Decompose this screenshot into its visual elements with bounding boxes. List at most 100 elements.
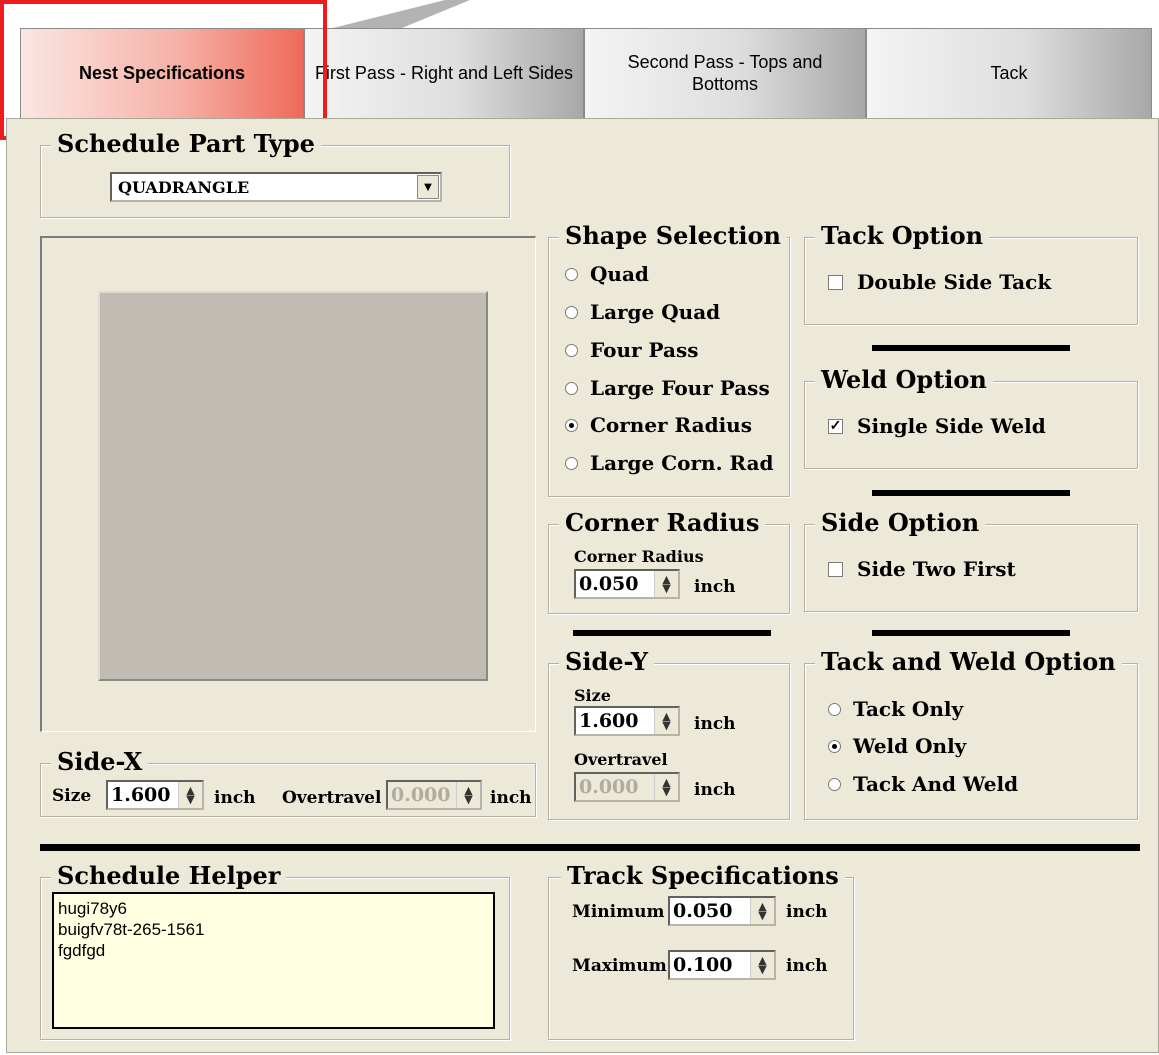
- side-x-overtravel-label: Overtravel: [282, 788, 382, 808]
- radio-icon[interactable]: [565, 456, 578, 470]
- side-x-overtravel-stepper[interactable]: 0.000 ▲ ▼: [386, 780, 482, 810]
- stepper-value: 1.600: [579, 710, 639, 732]
- tab-label: Second Pass - Tops and Bottoms: [627, 51, 823, 94]
- radio-icon[interactable]: [828, 777, 841, 791]
- radio-label: Corner Radius: [590, 413, 752, 437]
- radio-label: Large Quad: [590, 300, 721, 324]
- corner-radius-unit: inch: [694, 577, 736, 597]
- stepper-value: 0.100: [673, 954, 733, 976]
- divider: [872, 345, 1070, 351]
- schedule-part-type-title: Schedule Part Type: [51, 128, 321, 160]
- radio-label: Large Corn. Rad: [590, 451, 774, 475]
- radio-icon[interactable]: [565, 343, 578, 357]
- checkbox-label: Single Side Weld: [857, 414, 1046, 438]
- side-y-overtravel-unit: inch: [694, 780, 736, 800]
- stepper-arrows-icon[interactable]: ▲ ▼: [654, 571, 678, 597]
- side-y-size-stepper[interactable]: 1.600 ▲ ▼: [574, 706, 680, 736]
- stepper-value: 1.600: [111, 784, 171, 806]
- checkbox-label: Side Two First: [857, 557, 1016, 581]
- side-x-overtravel-unit: inch: [490, 788, 532, 808]
- stepper-arrows-icon[interactable]: ▲ ▼: [178, 782, 202, 808]
- divider: [872, 630, 1070, 636]
- radio-icon[interactable]: [828, 702, 841, 716]
- radio-tack-only[interactable]: Tack Only: [828, 697, 963, 721]
- stepper-value: 0.050: [579, 573, 639, 595]
- checkmark-icon[interactable]: ✓: [828, 418, 843, 434]
- single-side-weld-checkbox[interactable]: ✓ Single Side Weld: [828, 414, 1046, 438]
- radio-icon[interactable]: [565, 305, 578, 319]
- corner-radius-label: Corner Radius: [574, 547, 704, 566]
- helper-line: buigfv78t-265-1561: [58, 920, 205, 939]
- shape-selection-title: Shape Selection: [559, 220, 787, 252]
- side-option-title: Side Option: [815, 507, 986, 539]
- stepper-value: 0.000: [579, 776, 639, 798]
- radio-weld-only[interactable]: Weld Only: [828, 734, 966, 758]
- selected-value: QUADRANGLE: [118, 177, 250, 197]
- tab-tack[interactable]: Tack: [866, 28, 1152, 118]
- side-x-size-label: Size: [52, 786, 92, 806]
- radio-label: Large Four Pass: [590, 376, 770, 400]
- radio-four-pass[interactable]: Four Pass: [565, 338, 698, 362]
- radio-label: Four Pass: [590, 338, 699, 362]
- radio-icon[interactable]: [565, 381, 578, 395]
- corner-radius-title: Corner Radius: [559, 507, 766, 539]
- checkbox-label: Double Side Tack: [857, 270, 1052, 294]
- side-y-overtravel-stepper[interactable]: 0.000 ▲ ▼: [574, 772, 680, 802]
- stepper-arrows-icon[interactable]: ▲ ▼: [456, 782, 480, 808]
- stepper-arrows-icon[interactable]: ▲ ▼: [654, 708, 678, 734]
- checkbox-icon[interactable]: [828, 274, 843, 290]
- chevron-down-icon[interactable]: ▼: [417, 175, 439, 199]
- divider: [872, 490, 1070, 496]
- radio-corner-radius[interactable]: Corner Radius: [565, 413, 752, 437]
- maximum-label: Maximum: [572, 956, 667, 976]
- side-y-overtravel-label: Overtravel: [574, 750, 668, 769]
- divider: [573, 630, 771, 636]
- maximum-stepper[interactable]: 0.100 ▲ ▼: [668, 950, 776, 980]
- tab-first-pass[interactable]: First Pass - Right and Left Sides: [304, 28, 584, 118]
- side-y-title: Side-Y: [559, 646, 654, 678]
- minimum-label: Minimum: [572, 902, 665, 922]
- corner-radius-stepper[interactable]: 0.050 ▲ ▼: [574, 569, 680, 599]
- radio-label: Weld Only: [853, 734, 967, 758]
- radio-large-quad[interactable]: Large Quad: [565, 300, 720, 324]
- stepper-value: 0.050: [673, 900, 733, 922]
- radio-tack-and-weld[interactable]: Tack And Weld: [828, 772, 1018, 796]
- radio-icon[interactable]: [828, 739, 841, 753]
- track-specifications-title: Track Specifications: [561, 860, 845, 892]
- side-y-size-unit: inch: [694, 714, 736, 734]
- tab-label: Tack: [990, 62, 1028, 83]
- tack-weld-option-title: Tack and Weld Option: [815, 646, 1122, 678]
- radio-icon[interactable]: [565, 267, 578, 281]
- minimum-unit: inch: [786, 902, 828, 922]
- radio-label: Tack Only: [853, 697, 964, 721]
- schedule-helper-textarea[interactable]: hugi78y6 buigfv78t-265-1561 fgdfgd: [52, 892, 495, 1029]
- stepper-value: 0.000: [391, 784, 451, 806]
- stepper-arrows-icon[interactable]: ▲ ▼: [750, 952, 774, 978]
- radio-label: Quad: [590, 262, 649, 286]
- tab-second-pass[interactable]: Second Pass - Tops and Bottoms: [584, 28, 866, 118]
- schedule-part-type-select[interactable]: QUADRANGLE ▼: [110, 172, 442, 202]
- checkbox-icon[interactable]: [828, 561, 843, 577]
- shape-preview: [98, 291, 488, 681]
- side-two-first-checkbox[interactable]: Side Two First: [828, 557, 1016, 581]
- side-y-size-label: Size: [574, 686, 611, 705]
- side-x-title: Side-X: [51, 746, 149, 778]
- schedule-helper-title: Schedule Helper: [51, 860, 287, 892]
- maximum-unit: inch: [786, 956, 828, 976]
- stepper-arrows-icon[interactable]: ▲ ▼: [750, 898, 774, 924]
- tack-option-title: Tack Option: [815, 220, 990, 252]
- side-x-size-stepper[interactable]: 1.600 ▲ ▼: [106, 780, 204, 810]
- side-x-size-unit: inch: [214, 788, 256, 808]
- radio-large-four-pass[interactable]: Large Four Pass: [565, 376, 770, 400]
- radio-label: Tack And Weld: [853, 772, 1019, 796]
- radio-large-corn-rad[interactable]: Large Corn. Rad: [565, 451, 774, 475]
- stepper-arrows-icon[interactable]: ▲ ▼: [654, 774, 678, 800]
- minimum-stepper[interactable]: 0.050 ▲ ▼: [668, 896, 776, 926]
- divider: [40, 844, 1140, 851]
- double-side-tack-checkbox[interactable]: Double Side Tack: [828, 270, 1051, 294]
- weld-option-title: Weld Option: [815, 364, 993, 396]
- helper-line: hugi78y6: [58, 899, 128, 918]
- radio-quad[interactable]: Quad: [565, 262, 649, 286]
- helper-line: fgdfgd: [58, 941, 106, 960]
- radio-icon[interactable]: [565, 418, 578, 432]
